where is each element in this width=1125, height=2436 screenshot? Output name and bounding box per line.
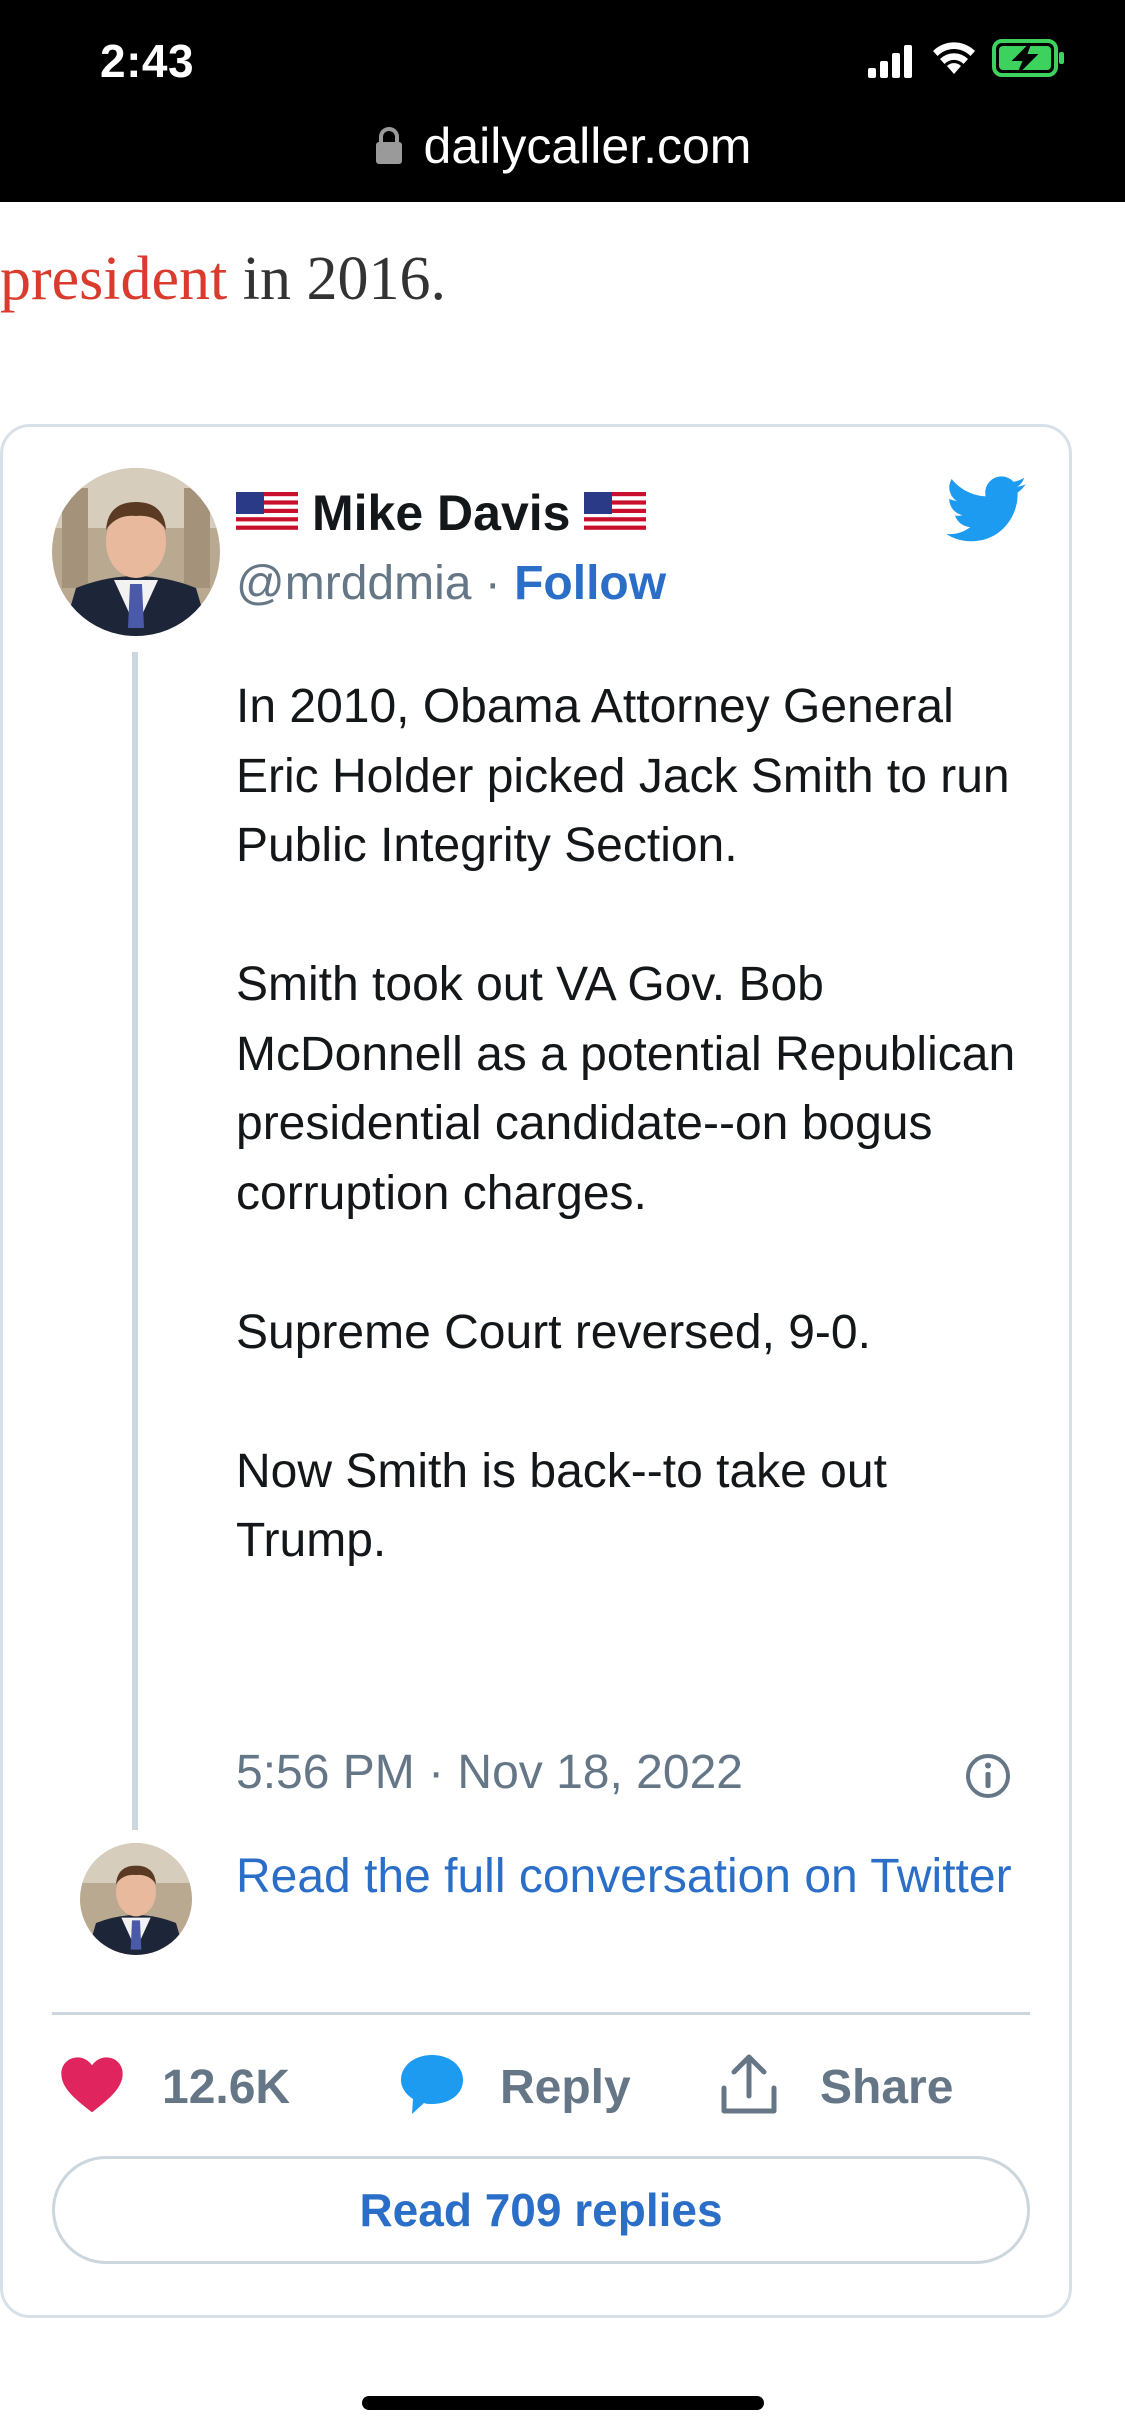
share-upload-icon[interactable]: [718, 2052, 780, 2116]
us-flag-icon: [236, 492, 298, 534]
twitter-bird-icon[interactable]: [946, 476, 1028, 544]
address-bar[interactable]: dailycaller.com: [0, 116, 1125, 176]
read-replies-button[interactable]: Read 709 replies: [52, 2156, 1030, 2264]
tweet-actions: 12.6K Reply Share: [60, 2052, 1040, 2122]
article-link[interactable]: president: [0, 245, 227, 313]
handle-separator: ·: [471, 557, 515, 610]
url-text: dailycaller.com: [423, 118, 752, 174]
us-flag-icon: [584, 492, 647, 534]
status-time: 2:43: [100, 35, 195, 87]
home-indicator[interactable]: [362, 2396, 764, 2410]
avatar[interactable]: [80, 1843, 192, 1955]
author-handle[interactable]: @mrddmia: [236, 557, 471, 610]
author-name-row[interactable]: Mike Davis: [236, 484, 647, 542]
read-full-conversation-link[interactable]: Read the full conversation on Twitter: [236, 1842, 1016, 1911]
tweet-paragraph: Now Smith is back--to take out Trump.: [236, 1444, 887, 1568]
thread-line: [132, 652, 138, 1830]
share-button[interactable]: Share: [820, 2060, 953, 2115]
divider: [52, 2012, 1030, 2015]
heart-icon[interactable]: [60, 2054, 124, 2114]
tweet-timestamp[interactable]: 5:56 PM · Nov 18, 2022: [236, 1745, 743, 1800]
battery-charging-icon: [992, 39, 1064, 77]
avatar[interactable]: [52, 468, 220, 636]
signal-bars-icon: [868, 45, 912, 78]
wifi-icon: [933, 42, 975, 74]
article-text-line: president in 2016.: [0, 244, 446, 315]
tweet-paragraph: Supreme Court reversed, 9-0.: [236, 1305, 871, 1359]
author-name: Mike Davis: [312, 485, 571, 541]
follow-link[interactable]: Follow: [514, 557, 666, 610]
like-count[interactable]: 12.6K: [162, 2060, 290, 2115]
tweet-paragraph: In 2010, Obama Attorney General Eric Hol…: [236, 680, 1010, 872]
tweet-paragraph: Smith took out VA Gov. Bob McDonnell as …: [236, 958, 1016, 1220]
article-text: in 2016.: [227, 245, 446, 313]
reply-button[interactable]: Reply: [500, 2060, 631, 2115]
speech-bubble-icon[interactable]: [398, 2052, 466, 2118]
info-icon[interactable]: [964, 1752, 1012, 1800]
author-handle-row: @mrddmia · Follow: [236, 556, 666, 611]
lock-icon: [375, 127, 402, 164]
avatar-photo: [80, 1843, 192, 1955]
avatar-photo: [52, 468, 220, 636]
browser-top-bar: 2:43 dailycaller.com: [0, 0, 1125, 202]
tweet-body: In 2010, Obama Attorney General Eric Hol…: [236, 672, 1036, 1576]
